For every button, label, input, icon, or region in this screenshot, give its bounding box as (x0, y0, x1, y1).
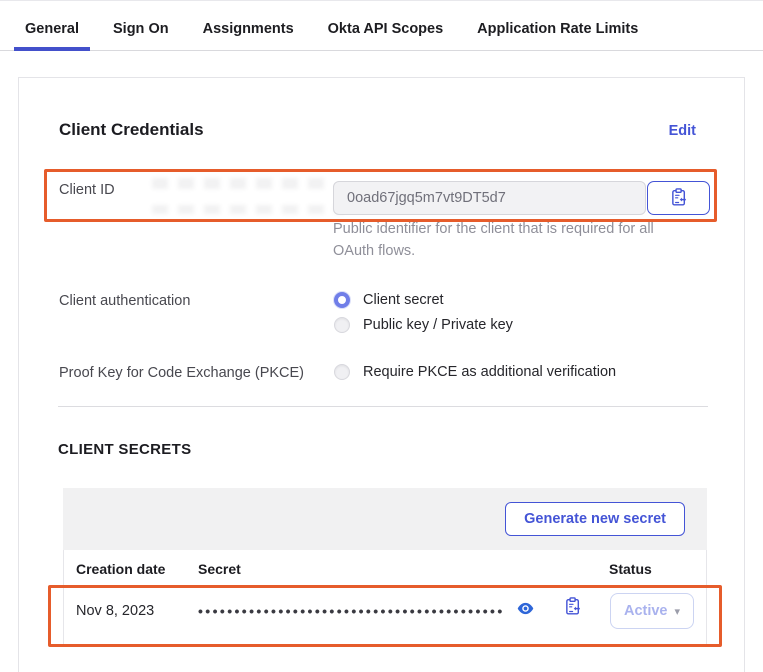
generate-new-secret-button[interactable]: Generate new secret (505, 502, 685, 536)
column-header-secret: Secret (198, 561, 241, 577)
tab-application-rate-limits[interactable]: Application Rate Limits (466, 9, 649, 51)
tab-okta-api-scopes[interactable]: Okta API Scopes (317, 9, 455, 51)
redacted-smudge (152, 178, 327, 189)
pkce-checkbox-option[interactable]: Require PKCE as additional verification (334, 363, 616, 381)
copy-clipboard-icon (671, 188, 687, 209)
tab-sign-on[interactable]: Sign On (102, 9, 180, 51)
edit-link[interactable]: Edit (669, 123, 696, 139)
checkbox-option-label: Require PKCE as additional verification (363, 364, 616, 380)
client-authentication-label: Client authentication (59, 293, 190, 309)
secret-creation-date: Nov 8, 2023 (76, 603, 154, 619)
radio-selected-icon[interactable] (334, 292, 350, 308)
copy-secret-button[interactable] (565, 597, 581, 618)
eye-icon (517, 602, 534, 618)
radio-option-label: Client secret (363, 292, 444, 308)
redacted-smudge (152, 205, 344, 214)
pkce-label: Proof Key for Code Exchange (PKCE) (59, 365, 304, 381)
copy-client-id-button[interactable] (647, 181, 710, 215)
radio-option-label: Public key / Private key (363, 317, 513, 333)
secret-status-dropdown[interactable]: Active ▾ (610, 593, 694, 629)
client-id-help-text: Public identifier for the client that is… (333, 219, 695, 262)
app-settings-page: General Sign On Assignments Okta API Sco… (0, 0, 763, 672)
copy-clipboard-icon (565, 597, 581, 618)
client-secrets-toolbar: Generate new secret (63, 488, 707, 550)
client-id-input[interactable] (333, 181, 646, 215)
column-header-creation-date: Creation date (76, 561, 165, 577)
tab-assignments[interactable]: Assignments (192, 9, 305, 51)
checkbox-unchecked-icon[interactable] (334, 364, 350, 380)
caret-down-icon: ▾ (675, 605, 681, 618)
top-divider (0, 0, 763, 1)
tab-bar: General Sign On Assignments Okta API Sco… (14, 9, 649, 51)
radio-unselected-icon[interactable] (334, 317, 350, 333)
column-header-status: Status (609, 561, 652, 577)
status-badge: Active (624, 603, 668, 619)
radio-option-client-secret[interactable]: Client secret (334, 291, 444, 309)
reveal-secret-button[interactable] (517, 602, 534, 618)
masked-secret-value: ••••••••••••••••••••••••••••••••••••••••… (198, 599, 522, 623)
tab-general[interactable]: General (14, 9, 90, 51)
radio-option-public-private-key[interactable]: Public key / Private key (334, 316, 513, 334)
section-divider (58, 406, 708, 407)
client-credentials-card: Client Credentials Edit Client ID Public… (18, 77, 745, 672)
client-id-label: Client ID (59, 182, 115, 198)
client-secrets-title: CLIENT SECRETS (58, 441, 191, 458)
panel-title: Client Credentials (59, 120, 204, 140)
